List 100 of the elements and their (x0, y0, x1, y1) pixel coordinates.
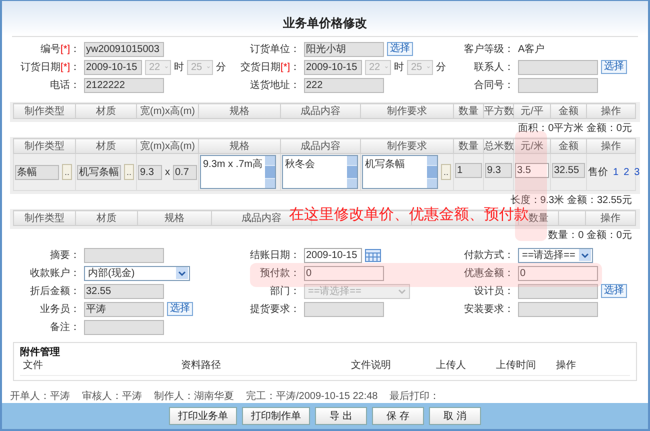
price-link[interactable]: 2 (624, 166, 630, 178)
text-area[interactable]: 机写条幅 (362, 155, 438, 189)
input-field[interactable]: 阳光小胡 (304, 42, 384, 56)
field-label: 付款方式： (463, 248, 514, 262)
column-header: 成品内容 (280, 104, 360, 118)
info-text: 最后打印： (390, 390, 440, 403)
input-field[interactable]: 9.3 (485, 163, 512, 178)
dropdown[interactable]: 内部(现金) (84, 266, 190, 280)
field-label: 设计员： (473, 284, 514, 298)
input-field[interactable]: 条幅 (15, 164, 59, 180)
height-field[interactable]: 0.7 (173, 164, 197, 180)
price-link[interactable]: 1 (613, 166, 619, 178)
scrollbar[interactable] (265, 156, 275, 188)
field-label: 合同号： (473, 79, 514, 92)
field-label: 结账日期： (249, 248, 300, 262)
info-text: 审核人：平涛 (82, 390, 142, 403)
scrollbar[interactable] (347, 156, 357, 188)
field-label: 收款账户： (29, 266, 80, 280)
field-label: 摘要： (49, 248, 80, 262)
select-button[interactable]: 选择 (387, 42, 413, 56)
page-title: 业务单价格修改 (283, 16, 367, 30)
input-field[interactable] (518, 78, 598, 92)
input-field[interactable] (84, 248, 164, 262)
action-button[interactable]: 打印业务单 (169, 407, 237, 425)
column-header: 上传时间 (496, 360, 537, 372)
column-header: 制作类型 (14, 104, 76, 118)
column-header: 数量 (454, 104, 484, 118)
column-header: 材质 (76, 104, 136, 118)
column-header: 规格 (198, 104, 280, 118)
field-label: 业务员： (39, 302, 80, 316)
action-button[interactable]: 导 出 (315, 407, 367, 425)
field-label: 订货单位： (249, 42, 300, 56)
action-button[interactable]: 保 存 (372, 407, 424, 425)
column-header: 操作 (556, 360, 577, 372)
date-field[interactable]: 2009-10-15 (304, 60, 362, 74)
column-header: 材质 (76, 210, 138, 226)
field-label: 联系人： (473, 60, 514, 74)
field-label: 提货要求： (249, 302, 300, 316)
field-label: 编号[*]： (40, 42, 80, 56)
field-label: 订货日期[*]： (20, 60, 80, 74)
input-field[interactable] (518, 302, 598, 316)
info-text: 完工：平涛/2009-10-15 22:48 (246, 390, 378, 403)
input-field[interactable] (518, 60, 598, 74)
calendar-icon[interactable] (365, 248, 381, 262)
action-button[interactable]: 打印制作单 (242, 407, 310, 425)
browse-button[interactable]: .. (124, 164, 134, 180)
column-header: 操作 (586, 104, 636, 118)
input-field[interactable]: 222 (304, 78, 384, 92)
field-label: 安装要求： (463, 302, 514, 316)
browse-button[interactable]: .. (62, 164, 72, 180)
column-header: 数量 (454, 138, 484, 154)
browse-button[interactable]: .. (441, 164, 451, 180)
input-field[interactable]: 32.55 (552, 163, 585, 178)
text-area[interactable]: 9.3m x .7m高 (200, 155, 276, 189)
price-label: 售价 (588, 166, 608, 179)
column-header: 总米数 (484, 138, 514, 154)
column-header: 元/米 (514, 138, 550, 154)
field-label: 客户等级： (463, 42, 514, 56)
input-field[interactable] (304, 302, 384, 316)
column-header: 资料路径 (181, 360, 222, 372)
input-field[interactable]: 1 (455, 163, 482, 178)
unit-label: 分 (436, 61, 446, 74)
column-header: 平方数 (484, 104, 514, 118)
scrollbar[interactable] (427, 156, 437, 188)
field-label: 预付款： (259, 267, 300, 280)
field-label: 电话： (49, 78, 80, 92)
times-sign: x (165, 166, 170, 178)
input-field[interactable]: 0 (518, 266, 598, 280)
summary-text: 长度：9.3米 金额：32.55元 (510, 195, 632, 206)
price-link[interactable]: 3 (634, 166, 640, 178)
input-field[interactable]: 2122222 (84, 78, 164, 92)
input-field[interactable]: 32.55 (84, 284, 164, 298)
input-field[interactable] (518, 284, 598, 298)
summary-text: 数量：0 金额：0元 (548, 230, 632, 241)
column-header: 制作类型 (14, 138, 76, 154)
input-field[interactable]: 3.5 (515, 163, 549, 178)
width-field[interactable]: 9.3 (138, 164, 162, 180)
action-button[interactable]: 取 消 (429, 407, 481, 425)
unit-label: 时 (394, 60, 404, 74)
column-header: 制作要求 (360, 138, 454, 154)
date-field[interactable]: 2009-10-15 (304, 248, 362, 262)
select-button[interactable]: 选择 (601, 284, 627, 298)
select-button[interactable]: 选择 (167, 302, 193, 316)
column-header: 规格 (198, 138, 280, 154)
input-field[interactable]: 机写条幅 (77, 164, 121, 180)
column-header: 制作要求 (360, 104, 454, 118)
input-field[interactable]: yw20091015003 (84, 42, 164, 56)
input-field[interactable] (84, 320, 164, 334)
input-field[interactable]: 0 (304, 266, 384, 280)
column-header: 文件 (23, 360, 44, 372)
date-field[interactable]: 2009-10-15 (84, 60, 142, 74)
column-header: 规格 (138, 210, 212, 226)
column-header: 元/平 (514, 104, 550, 118)
select-button[interactable]: 选择 (601, 60, 627, 74)
column-header: 制作类型 (14, 210, 76, 226)
dropdown[interactable]: ==请选择== (518, 248, 594, 262)
column-header: 材质 (76, 138, 136, 154)
summary-text: 面积：0平方米 金额：0元 (518, 123, 632, 134)
text-area[interactable]: 秋冬会 (282, 155, 358, 189)
input-field[interactable]: 平涛 (84, 302, 164, 316)
